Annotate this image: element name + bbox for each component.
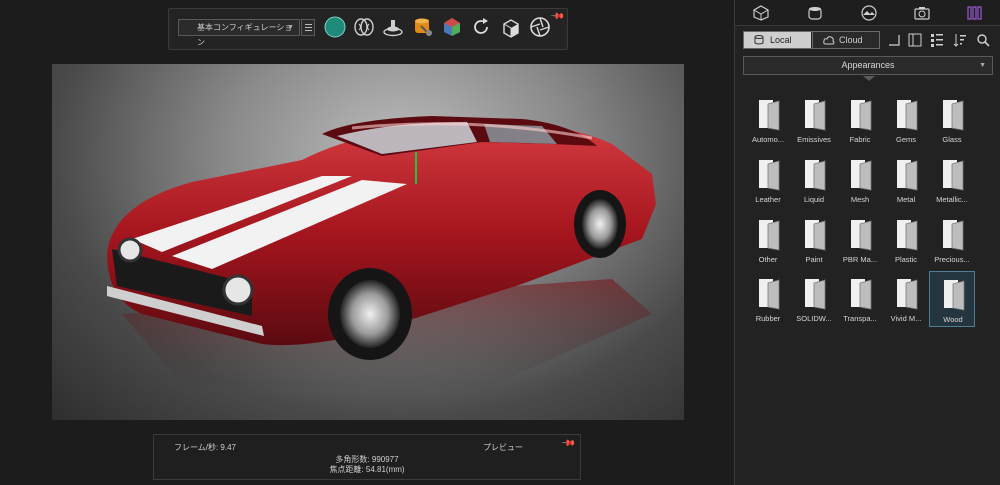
category-label: Appearances [841,60,895,70]
folder-item[interactable]: PBR Ma... [837,212,883,268]
folder-item[interactable]: Fabric [837,92,883,148]
configuration-label: 基本コンフィギュレーション [197,23,293,47]
car-render-image [107,116,656,394]
folder-item[interactable]: Metallic... [929,152,975,208]
corner-view-icon[interactable] [887,33,901,47]
folder-label: Precious... [934,255,970,264]
camera-tab-icon[interactable] [910,3,934,23]
environment-tab-icon[interactable] [857,3,881,23]
render-mode-label: プレビュー [483,443,523,452]
folder-item[interactable]: Glass [929,92,975,148]
color-sphere-icon[interactable] [324,16,346,38]
source-toggle: Local Cloud [743,31,880,49]
folder-item[interactable]: Plastic [883,212,929,268]
folder-item[interactable]: Emissives [791,92,837,148]
folder-label: Glass [942,135,962,144]
folder-item[interactable]: Mesh [837,152,883,208]
brain-ai-icon[interactable] [353,16,375,38]
cube-camera-icon[interactable] [500,16,522,38]
config-menu-icon[interactable] [301,19,315,36]
library-tab-icon[interactable] [963,3,987,23]
folder-grid: Automo... Emissives Fabric Gems Glass Leather… [735,88,1000,348]
folder-item[interactable]: Leather [745,152,791,208]
gem-material-icon[interactable] [441,16,463,38]
sort-icon[interactable] [953,33,967,47]
folder-item[interactable]: Rubber [745,271,791,327]
pin-icon[interactable]: 📌 [561,436,576,452]
model-tab-icon[interactable] [749,3,773,23]
folder-label: Vivid M... [890,314,922,323]
library-panel: Local Cloud Appearances ▼ Automo... Emiss… [734,0,1000,485]
turntable-icon[interactable] [382,16,404,38]
chevron-down-icon: ▼ [287,24,294,31]
dropdown-notch [863,76,875,81]
cloud-label: Cloud [839,35,863,45]
focal-length: 焦点距離: 54.81(mm) [329,465,405,474]
configuration-dropdown[interactable]: 基本コンフィギュレーション ▼ [178,19,300,47]
database-icon [754,35,764,45]
aperture-icon[interactable] [529,16,551,38]
pin-icon[interactable]: 📌 [550,9,565,25]
category-dropdown[interactable]: Appearances ▼ [743,56,993,75]
folder-item[interactable]: Precious... [929,212,975,268]
folder-label: Wood [943,315,963,324]
grid-view-icon[interactable] [930,33,944,47]
panel-tab-bar [735,0,1000,26]
environment-icon[interactable] [412,16,434,38]
cloud-source-button[interactable]: Cloud [812,32,879,48]
fps-readout: フレーム/秒: 9.47 [174,443,236,452]
folder-item[interactable]: Metal [883,152,929,208]
cloud-icon [823,36,835,45]
material-tab-icon[interactable] [803,3,827,23]
split-layout-icon[interactable] [908,33,922,47]
local-source-button[interactable]: Local [744,32,811,48]
search-icon[interactable] [976,33,990,47]
viewport-area: 基本コンフィギュレーション ▼ 📌 フレーム/秒: 9.47 プレビュー 多角形… [0,0,734,485]
folder-item[interactable]: Automo... [745,92,791,148]
folder-item[interactable]: Other [745,212,791,268]
refresh-icon[interactable] [470,16,492,38]
folder-label: Metallic... [936,195,968,204]
folder-item[interactable]: SOLIDW... [791,271,837,327]
folder-item[interactable]: Vivid M... [883,271,929,327]
render-toolbar: 基本コンフィギュレーション ▼ 📌 [168,8,568,50]
status-panel: フレーム/秒: 9.47 プレビュー 多角形数: 990977 焦点距離: 54… [153,434,581,480]
local-label: Local [770,35,792,45]
folder-item[interactable]: Liquid [791,152,837,208]
render-viewport[interactable] [52,64,684,420]
folder-item[interactable]: Gems [883,92,929,148]
folder-item[interactable]: Paint [791,212,837,268]
chevron-down-icon: ▼ [979,62,986,69]
folder-item[interactable]: Wood [929,271,975,327]
folder-item[interactable]: Transpa... [837,271,883,327]
